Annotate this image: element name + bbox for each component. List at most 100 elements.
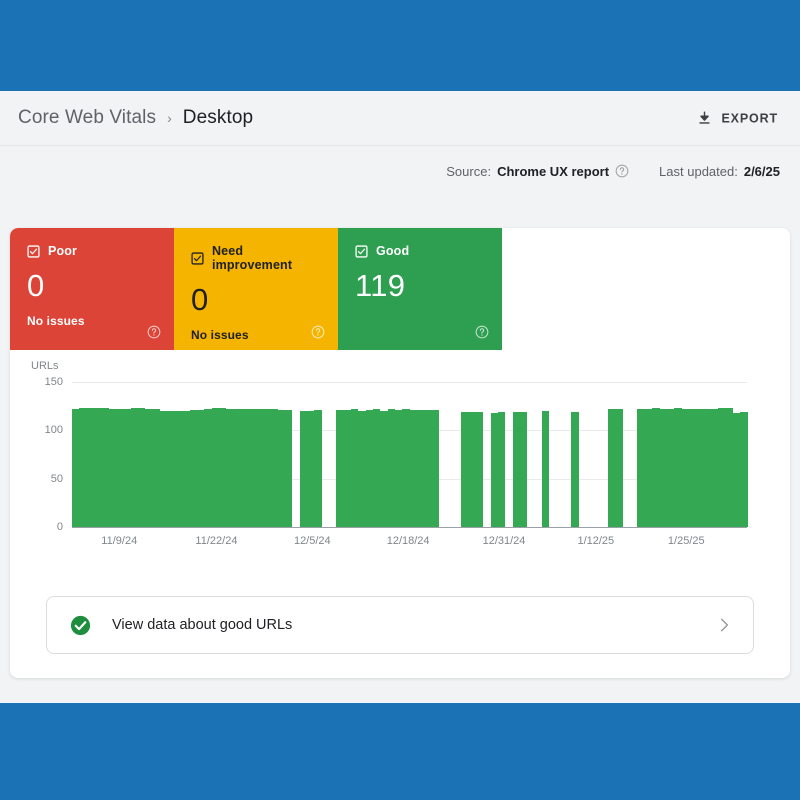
- checkbox-checked-icon[interactable]: [27, 244, 40, 258]
- chart-bar[interactable]: [718, 408, 726, 527]
- chart-bar[interactable]: [116, 409, 124, 527]
- status-tile-need-improvement[interactable]: Need improvement 0 No issues: [174, 228, 338, 350]
- chart-bar[interactable]: [233, 409, 241, 527]
- chart-bar[interactable]: [307, 411, 315, 527]
- help-circle-icon[interactable]: [311, 325, 325, 339]
- last-updated-label: Last updated:: [659, 163, 738, 179]
- chart-bar[interactable]: [343, 410, 352, 527]
- chart-bar[interactable]: [461, 411, 469, 527]
- chart-bar[interactable]: [608, 409, 616, 527]
- chart-bar[interactable]: [424, 410, 432, 527]
- x-axis-tick-label: 1/25/25: [667, 535, 705, 547]
- x-axis-tick-label: 12/31/24: [482, 535, 526, 547]
- chart-bar[interactable]: [519, 411, 528, 527]
- chart-bar[interactable]: [299, 411, 307, 527]
- chart-bar[interactable]: [277, 410, 285, 527]
- chart-bar[interactable]: [108, 409, 117, 527]
- chart-bar[interactable]: [373, 409, 381, 527]
- chart-bar[interactable]: [72, 409, 80, 527]
- chart-bar[interactable]: [542, 411, 550, 527]
- chart-bar[interactable]: [351, 409, 359, 527]
- chart-bar[interactable]: [218, 408, 227, 527]
- chart-bar[interactable]: [512, 411, 520, 527]
- chart-bar[interactable]: [740, 411, 748, 527]
- chart-bar[interactable]: [490, 412, 498, 527]
- checkbox-checked-icon[interactable]: [191, 251, 204, 265]
- tile-title-need-improvement: Need improvement: [212, 244, 293, 272]
- chart-bar[interactable]: [240, 409, 249, 527]
- chart-bar[interactable]: [365, 410, 374, 527]
- last-updated-value: 2/6/25: [743, 163, 780, 179]
- chart-bar[interactable]: [615, 409, 623, 527]
- chart-bar[interactable]: [262, 409, 271, 527]
- chart-bar[interactable]: [358, 411, 366, 527]
- chart-bar[interactable]: [204, 409, 212, 527]
- chart-bar[interactable]: [732, 412, 741, 527]
- chart-bar[interactable]: [314, 410, 322, 527]
- source-value: Chrome UX report: [497, 163, 610, 179]
- chart-bar[interactable]: [571, 411, 579, 527]
- chart-bar[interactable]: [409, 410, 418, 527]
- chart-bar[interactable]: [725, 408, 733, 527]
- chart-bar[interactable]: [167, 411, 175, 527]
- chart-bar[interactable]: [644, 409, 653, 527]
- source-info: Source: Chrome UX report: [446, 164, 629, 179]
- chart-bar[interactable]: [380, 411, 388, 527]
- chart-bar[interactable]: [101, 408, 109, 527]
- chart-bar[interactable]: [255, 409, 263, 527]
- chart-bar[interactable]: [138, 408, 146, 527]
- export-button[interactable]: EXPORT: [690, 104, 785, 133]
- checkbox-checked-icon[interactable]: [355, 244, 368, 258]
- chart-bar[interactable]: [145, 409, 153, 527]
- chart-bar[interactable]: [417, 410, 425, 527]
- chart-bar[interactable]: [182, 411, 190, 527]
- chart-bar[interactable]: [196, 410, 205, 527]
- chart-bar[interactable]: [189, 410, 197, 527]
- chart-bar[interactable]: [123, 409, 131, 527]
- status-tile-poor[interactable]: Poor 0 No issues: [10, 228, 174, 350]
- tile-title-poor: Poor: [48, 244, 78, 258]
- chart-bar[interactable]: [497, 411, 506, 527]
- breadcrumb-root-link[interactable]: Core Web Vitals: [18, 107, 156, 129]
- chart-bar[interactable]: [652, 408, 660, 527]
- chart-bar[interactable]: [160, 411, 168, 527]
- chart-bar[interactable]: [86, 408, 95, 527]
- help-circle-icon[interactable]: [475, 325, 489, 339]
- chart-bar[interactable]: [152, 409, 161, 527]
- meta-row: Source: Chrome UX report Last updated: 2…: [0, 146, 800, 196]
- chart-bar[interactable]: [270, 409, 278, 527]
- chart-bar[interactable]: [79, 408, 87, 527]
- chart-bar[interactable]: [659, 409, 667, 527]
- chart-bar[interactable]: [226, 409, 234, 527]
- chart-bar[interactable]: [696, 409, 704, 527]
- chart-bar[interactable]: [395, 410, 403, 527]
- help-circle-icon[interactable]: [615, 164, 629, 178]
- chart-bar[interactable]: [284, 410, 293, 527]
- chart-bar[interactable]: [703, 409, 711, 527]
- chart-bar[interactable]: [637, 409, 645, 527]
- chart-bar[interactable]: [402, 409, 410, 527]
- chart-bar[interactable]: [211, 408, 219, 527]
- chart-bar[interactable]: [130, 408, 139, 527]
- view-good-urls-link[interactable]: View data about good URLs: [46, 596, 754, 654]
- chart-bar[interactable]: [475, 411, 484, 527]
- chart-bar[interactable]: [248, 409, 256, 527]
- breadcrumb-separator-icon: ›: [167, 110, 172, 126]
- tile-subtitle-need-improvement: No issues: [191, 328, 249, 342]
- help-circle-icon[interactable]: [147, 325, 161, 339]
- chart-bar[interactable]: [431, 410, 440, 527]
- chart-bar[interactable]: [174, 411, 183, 527]
- chart-bar[interactable]: [666, 409, 675, 527]
- chart-bar[interactable]: [681, 409, 689, 527]
- chart-bar[interactable]: [94, 408, 102, 527]
- tile-count-need-improvement: 0: [191, 282, 209, 317]
- status-tiles: Poor 0 No issues Need improvement 0 No i…: [10, 228, 790, 350]
- chart-x-axis: 11/9/24 11/22/24 12/5/24 12/18/24 12/31/24 1/…: [72, 535, 747, 553]
- status-tile-good[interactable]: Good 119: [338, 228, 502, 350]
- chart-bar[interactable]: [468, 411, 476, 527]
- chart-bar[interactable]: [674, 408, 682, 527]
- chart-bar[interactable]: [688, 409, 697, 527]
- chart-bar[interactable]: [336, 410, 344, 527]
- chart-bar[interactable]: [710, 409, 719, 527]
- chart-bar[interactable]: [387, 409, 396, 527]
